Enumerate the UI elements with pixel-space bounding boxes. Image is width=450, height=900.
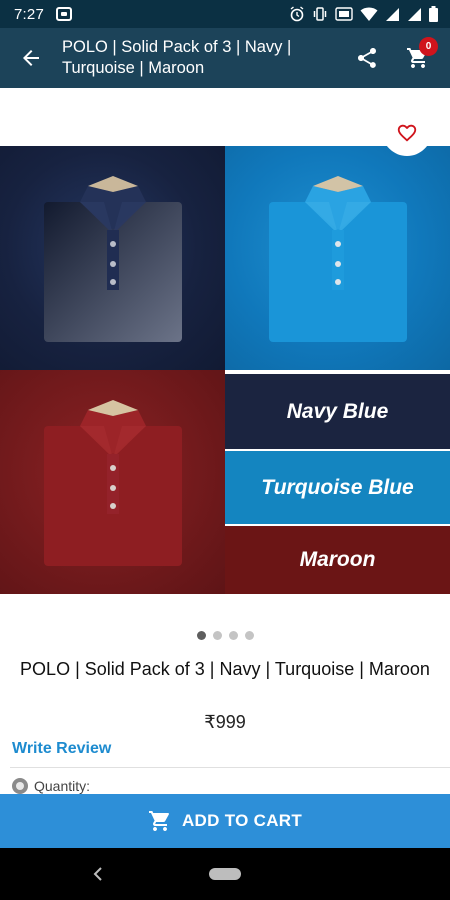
data-saver-icon [335,7,353,21]
chevron-left-icon [93,867,102,881]
cart-button[interactable]: 0 [392,28,444,88]
status-bar: 7:27 [0,0,450,28]
product-detail-screen: 7:27 POLO | Solid Pack of 3 | Navy | Tur… [0,0,450,900]
signal-icon [386,7,399,21]
back-button[interactable] [0,28,62,88]
turquoise-shirt-image [225,146,450,370]
nav-home-button[interactable] [209,868,241,880]
nav-back-button[interactable] [86,862,110,886]
vibrate-icon [313,7,327,21]
polo-shirt-turquoise [269,176,407,342]
product-title: POLO | Solid Pack of 3 | Navy | Turquois… [20,659,430,679]
app-bar: POLO | Solid Pack of 3 | Navy | Turquois… [0,28,450,88]
add-to-cart-label: ADD TO CART [181,811,303,830]
share-button[interactable] [342,28,392,88]
notification-icon [56,7,72,21]
alarm-icon [290,6,304,22]
radio-icon[interactable] [12,778,28,794]
polo-shirt-navy [44,176,182,342]
color-label-turquoise: Turquoise Blue [225,451,450,524]
signal-icon [408,7,421,21]
heart-outline-icon [397,124,417,142]
pager-dot[interactable] [196,631,206,640]
maroon-shirt-image [0,370,225,594]
status-time: 7:27 [14,5,44,23]
system-nav-bar [0,848,450,900]
app-bar-title: POLO | Solid Pack of 3 | Navy | Turquois… [62,38,292,77]
add-to-cart-button[interactable]: ADD TO CART [0,794,450,848]
quantity-row: Quantity: [12,778,90,794]
color-label-navy: Navy Blue [225,374,450,449]
arrow-left-icon [23,50,39,66]
pager-dot[interactable] [244,631,254,640]
product-price: ₹999 [204,712,246,732]
status-icons [289,6,438,22]
image-pager-dots [0,631,450,640]
polo-shirt-maroon [44,400,182,566]
share-icon [358,48,376,68]
pager-dot[interactable] [228,631,238,640]
pager-dot[interactable] [212,631,222,640]
divider [10,767,450,768]
navy-shirt-image [0,146,225,370]
battery-icon [429,6,438,22]
quantity-label: Quantity: [34,778,91,794]
color-label-maroon: Maroon [225,526,450,594]
cart-count-badge: 0 [419,37,438,56]
write-review-link[interactable]: Write Review [12,740,111,758]
cart-icon [148,811,169,831]
wifi-icon [360,7,378,21]
